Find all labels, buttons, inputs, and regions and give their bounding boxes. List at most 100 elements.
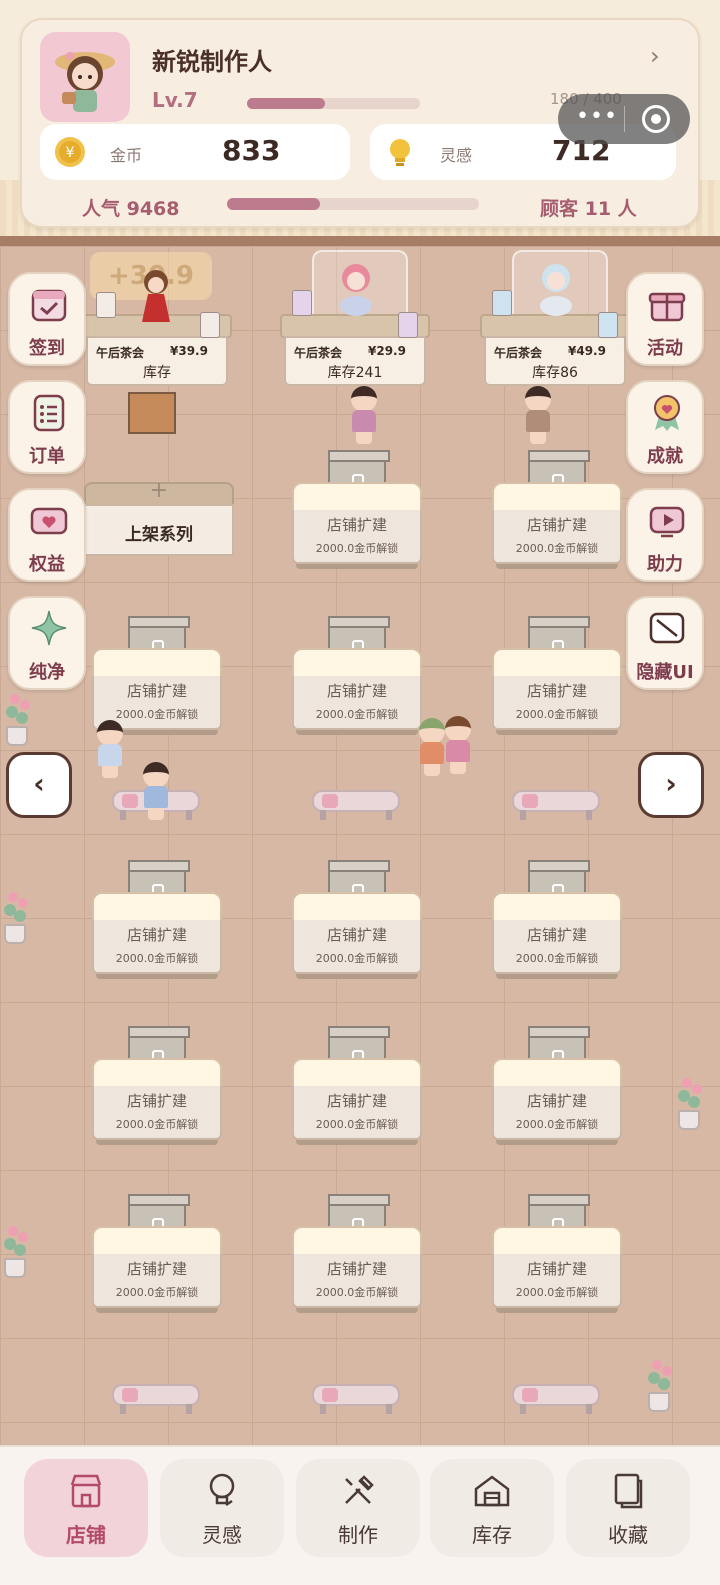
locked-counter[interactable]: 店铺扩建 2000.0金币解锁 xyxy=(92,1026,222,1145)
counter-foot xyxy=(96,1308,218,1313)
counter-top xyxy=(92,1058,222,1088)
counter-top xyxy=(92,892,222,922)
blind-box-can xyxy=(96,292,116,318)
pure-mode-button[interactable]: 纯净 xyxy=(8,596,86,690)
customer xyxy=(440,716,474,776)
bench xyxy=(312,1376,400,1416)
achievements-button[interactable]: 成就 xyxy=(626,380,704,474)
customer-head xyxy=(97,720,123,746)
bench-leg xyxy=(186,1404,192,1414)
plant-flower xyxy=(662,1366,672,1376)
customer-legs xyxy=(356,432,372,444)
counter-cost: 2000.0金币解锁 xyxy=(115,1286,199,1299)
counter-top xyxy=(292,892,422,922)
gold-coin-icon: ¥ xyxy=(55,137,85,167)
locked-counter[interactable]: 店铺扩建 2000.0金币解锁 xyxy=(492,860,622,979)
add-series-label: 上架系列 xyxy=(125,525,193,545)
customer-body xyxy=(98,744,122,766)
hide-ui-label: 隐藏UI xyxy=(636,662,694,683)
add-series-slot[interactable]: + 上架系列 xyxy=(84,478,234,556)
blind-box-can xyxy=(292,290,312,316)
counter-cost: 2000.0金币解锁 xyxy=(315,1286,399,1299)
locked-counter[interactable]: 店铺扩建 2000.0金币解锁 xyxy=(292,616,422,735)
avatar[interactable] xyxy=(40,32,130,122)
counter-cost: 2000.0金币解锁 xyxy=(115,1118,199,1131)
counter-title: 店铺扩建 xyxy=(326,1260,387,1278)
checkin-button[interactable]: 签到 xyxy=(8,272,86,366)
inspiration-label: 灵感 xyxy=(440,146,473,165)
counter-title: 店铺扩建 xyxy=(526,516,587,534)
counter-cost: 2000.0金币解锁 xyxy=(315,542,399,555)
counter-foot xyxy=(296,1308,418,1313)
counter-title: 店铺扩建 xyxy=(526,926,587,944)
order-list-icon xyxy=(33,394,65,432)
locked-counter[interactable]: 店铺扩建 2000.0金币解锁 xyxy=(92,860,222,979)
counter-cost: 2000.0金币解锁 xyxy=(515,952,599,965)
gold-label: 金币 xyxy=(110,146,143,165)
gift-box-decor xyxy=(128,392,176,434)
close-target-icon[interactable] xyxy=(642,105,670,133)
tab-inventory[interactable]: 库存 xyxy=(430,1459,554,1557)
locked-counter[interactable]: 店铺扩建 2000.0金币解锁 xyxy=(492,1194,622,1313)
events-button[interactable]: 活动 xyxy=(626,272,704,366)
mini-program-capsule[interactable]: ••• xyxy=(558,94,690,144)
achievements-label: 成就 xyxy=(647,446,683,467)
collection-icon xyxy=(614,1473,643,1509)
series-price: ¥29.9 xyxy=(368,344,406,358)
locked-counter[interactable]: 店铺扩建 2000.0金币解锁 xyxy=(292,1026,422,1145)
customer xyxy=(346,386,380,446)
events-label: 活动 xyxy=(647,338,683,359)
tab-collection-label: 收藏 xyxy=(608,1523,648,1547)
customer-count: 顾客 11 人 xyxy=(540,198,637,220)
counter-top xyxy=(492,892,622,922)
tab-shop[interactable]: 店铺 xyxy=(24,1459,148,1557)
ticket-heart-icon xyxy=(30,507,68,535)
blind-box-can xyxy=(492,290,512,316)
locked-counter[interactable]: 店铺扩建 2000.0金币解锁 xyxy=(492,450,622,569)
plant-pot xyxy=(4,924,26,944)
series-name: 午后茶会 xyxy=(294,346,343,360)
locked-counter[interactable]: 店铺扩建 2000.0金币解锁 xyxy=(492,1026,622,1145)
svg-text:¥: ¥ xyxy=(66,145,75,161)
next-page-button[interactable]: › xyxy=(638,752,704,818)
wall-rail xyxy=(0,236,720,246)
counter-cost: 2000.0金币解锁 xyxy=(115,952,199,965)
popularity-fill xyxy=(227,198,321,210)
bench-leg xyxy=(586,810,592,820)
locked-counter[interactable]: 店铺扩建 2000.0金币解锁 xyxy=(92,1194,222,1313)
plant-leaf xyxy=(14,910,26,922)
benefits-button[interactable]: 权益 xyxy=(8,488,86,582)
counter-foot xyxy=(496,564,618,569)
xp-progress-fill xyxy=(247,98,325,109)
counter-title: 店铺扩建 xyxy=(526,1260,587,1278)
customer-body xyxy=(526,410,550,432)
chevron-right-icon[interactable]: › xyxy=(650,42,660,70)
locked-counter[interactable]: 店铺扩建 2000.0金币解锁 xyxy=(492,616,622,735)
customer-legs xyxy=(424,764,440,776)
boost-button[interactable]: 助力 xyxy=(626,488,704,582)
potted-plant xyxy=(0,1222,30,1280)
tab-make[interactable]: 制作 xyxy=(296,1459,420,1557)
tab-inspiration[interactable]: 灵感 xyxy=(160,1459,284,1557)
blind-box-can xyxy=(598,312,618,338)
locked-counter[interactable]: 店铺扩建 2000.0金币解锁 xyxy=(92,616,222,735)
calendar-check-icon xyxy=(31,289,67,322)
plant-flower xyxy=(692,1084,702,1094)
orders-button[interactable]: 订单 xyxy=(8,380,86,474)
locked-counter[interactable]: 店铺扩建 2000.0金币解锁 xyxy=(292,450,422,569)
customer-head xyxy=(351,386,377,412)
locked-counter[interactable]: 店铺扩建 2000.0金币解锁 xyxy=(292,860,422,979)
tab-collection[interactable]: 收藏 xyxy=(566,1459,690,1557)
prev-page-button[interactable]: ‹ xyxy=(6,752,72,818)
locked-counter[interactable]: 店铺扩建 2000.0金币解锁 xyxy=(292,1194,422,1313)
counter-top xyxy=(492,482,622,512)
customer-body xyxy=(352,410,376,432)
checkin-label: 签到 xyxy=(29,338,65,359)
series-price: ¥49.9 xyxy=(568,344,606,358)
warehouse-icon xyxy=(474,1475,510,1507)
bench-leg xyxy=(320,1404,326,1414)
more-icon[interactable]: ••• xyxy=(572,106,622,128)
hide-ui-button[interactable]: 隐藏UI xyxy=(626,596,704,690)
counter-cost: 2000.0金币解锁 xyxy=(315,952,399,965)
counter-top xyxy=(492,1058,622,1088)
